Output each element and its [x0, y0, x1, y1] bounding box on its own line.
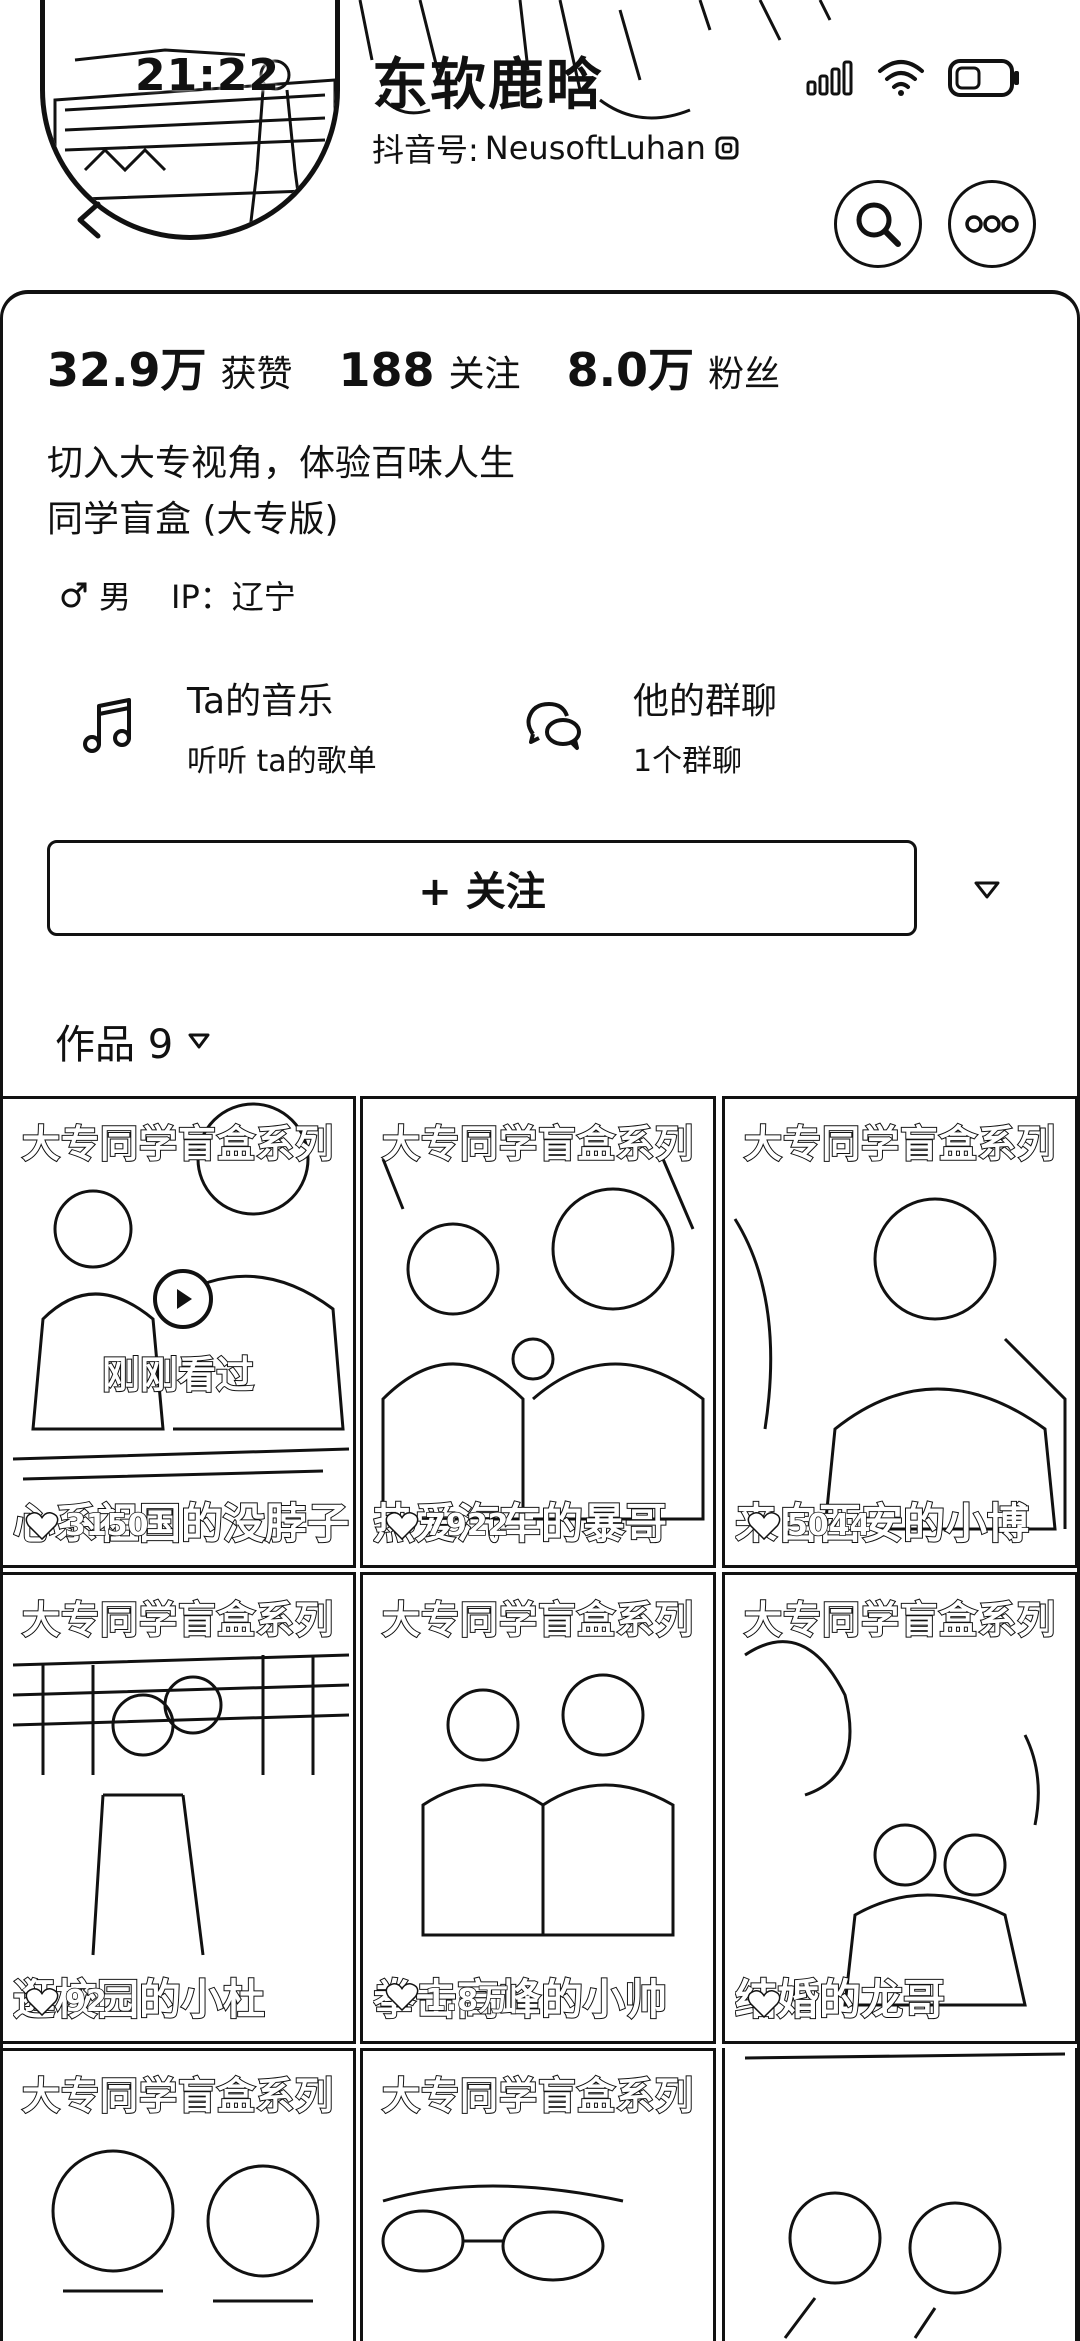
stat-value: 32.9万: [47, 343, 207, 397]
male-icon: [61, 582, 87, 608]
music-subtitle: 听听 ta的歌单: [187, 744, 377, 779]
profile-meta: 男 IP：辽宁: [59, 572, 296, 618]
video-tile[interactable]: 大专同学盲盒系列 刚刚看过 心系祖国的没脖子 3150: [0, 1096, 356, 1568]
video-like-count: 3150: [64, 1507, 149, 1544]
video-tile[interactable]: [722, 2048, 1078, 2341]
video-like-count: 92: [64, 1983, 107, 2020]
heart-icon: [25, 1511, 59, 1540]
status-icons: [806, 58, 1020, 98]
chat-bubbles-icon: [515, 686, 595, 766]
tab-works[interactable]: 作品 9: [55, 1012, 211, 1070]
heart-icon: [747, 1990, 781, 2019]
video-tile[interactable]: 大专同学盲盒系列: [0, 2048, 356, 2341]
stat-value: 8.0万: [566, 343, 695, 397]
stat-label: 获赞: [220, 354, 293, 395]
video-like-count: 7922: [424, 1507, 509, 1544]
profile-name: 东软鹿晗: [372, 53, 604, 118]
search-icon: [856, 202, 901, 247]
gender-tag: 男: [59, 572, 131, 618]
video-title: 大专同学盲盒系列: [743, 1121, 1056, 1167]
video-tile[interactable]: 大专同学盲盒系列 热爱汽车的暴哥 7922: [360, 1096, 716, 1568]
heart-icon: [385, 1983, 419, 2012]
video-tile[interactable]: 大专同学盲盒系列: [360, 2048, 716, 2341]
profile-id-label: 抖音号:: [372, 131, 479, 169]
play-icon: [153, 1269, 213, 1329]
copy-icon[interactable]: [712, 133, 742, 163]
back-button[interactable]: [60, 190, 120, 250]
group-chat-entry[interactable]: 他的群聊 1个群聊: [515, 672, 777, 780]
recommend-dropdown-button[interactable]: [963, 866, 1011, 914]
heart-icon: [25, 1987, 59, 2016]
music-title: Ta的音乐: [187, 681, 334, 722]
video-like-count: 1.8万: [424, 1982, 509, 2019]
video-title: 大专同学盲盒系列: [381, 2073, 694, 2119]
profile-header: 21:22 东软鹿晗 抖音号: NeusoftLuhan: [0, 0, 1080, 300]
video-tile[interactable]: 大专同学盲盒系列 逛校园的小杜 92: [0, 1572, 356, 2044]
video-title: 大专同学盲盒系列: [381, 1597, 694, 1643]
video-tile[interactable]: 大专同学盲盒系列 结婚的龙哥: [722, 1572, 1078, 2044]
video-thumbnail: [744, 2052, 1066, 2339]
video-title: 大专同学盲盒系列: [21, 1597, 334, 1643]
video-title: 大专同学盲盒系列: [21, 2073, 334, 2119]
status-time: 21:22: [135, 50, 281, 101]
bio: 切入大专视角，体验百味人生 同学盲盒 (大专版): [47, 436, 515, 548]
stat-value: 188: [338, 343, 435, 397]
gender-label: 男: [99, 578, 132, 616]
music-note-icon: [69, 686, 149, 766]
bio-line: 切入大专视角，体验百味人生: [47, 443, 516, 484]
video-likes: 5044: [747, 1507, 871, 1544]
music-entry[interactable]: Ta的音乐 听听 ta的歌单: [69, 672, 377, 780]
video-likes: 1.8万: [385, 1975, 509, 2019]
group-subtitle: 1个群聊: [633, 744, 743, 779]
search-button[interactable]: [834, 180, 922, 268]
recently-watched-label: 刚刚看过: [101, 1352, 255, 1398]
heart-icon: [385, 1511, 419, 1540]
ip-location: IP：辽宁: [171, 578, 296, 616]
video-tile[interactable]: 大专同学盲盒系列 拳击高峰的小帅 1.8万: [360, 1572, 716, 2044]
video-likes: [747, 1989, 787, 2019]
video-title: 大专同学盲盒系列: [21, 1121, 334, 1167]
video-like-count: 5044: [786, 1507, 871, 1544]
video-tile[interactable]: 大专同学盲盒系列 来自西安的小博 5044: [722, 1096, 1078, 1568]
stat-followers[interactable]: 8.0万 粉丝: [567, 334, 781, 400]
video-likes: 7922: [385, 1507, 509, 1544]
bio-line: 同学盲盒 (大专版): [47, 499, 339, 540]
profile-id[interactable]: 抖音号: NeusoftLuhan: [372, 125, 742, 171]
signal-icon: [806, 60, 853, 96]
stat-label: 粉丝: [708, 354, 781, 395]
heart-icon: [747, 1511, 781, 1540]
more-icon: [965, 215, 1019, 233]
wifi-icon: [878, 60, 924, 96]
group-title: 他的群聊: [633, 681, 778, 722]
stats-row: 32.9万 获赞 188 关注 8.0万 粉丝: [47, 334, 826, 400]
video-likes: 92: [25, 1983, 107, 2020]
battery-icon: [948, 59, 1019, 97]
profile-id-value: NeusoftLuhan: [484, 129, 706, 167]
follow-button[interactable]: + 关注: [47, 840, 917, 936]
tab-works-label: 作品 9: [55, 1022, 174, 1068]
stat-label: 关注: [448, 354, 521, 395]
more-button[interactable]: [948, 180, 1036, 268]
caret-down-icon: [188, 1033, 210, 1049]
stat-likes[interactable]: 32.9万 获赞: [47, 334, 293, 400]
stat-following[interactable]: 188 关注: [339, 343, 521, 397]
video-title: 大专同学盲盒系列: [381, 1121, 694, 1167]
caret-down-icon: [974, 881, 1000, 899]
video-likes: 3150: [25, 1507, 149, 1544]
chevron-left-icon: [77, 201, 101, 239]
video-title: 大专同学盲盒系列: [743, 1597, 1056, 1643]
